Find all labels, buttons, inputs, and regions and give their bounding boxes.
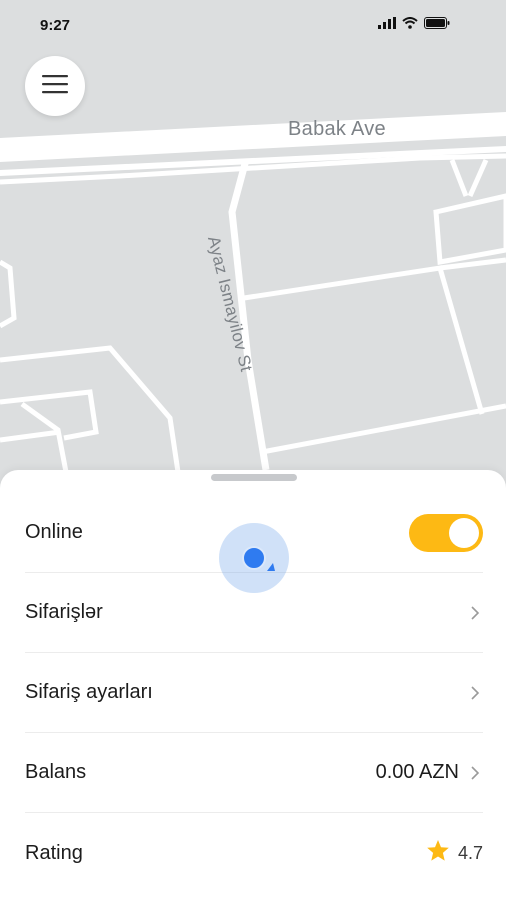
- row-online-label: Online: [25, 521, 83, 543]
- hamburger-icon: [42, 74, 68, 99]
- rating-value: 4.7: [457, 842, 483, 863]
- chevron-right-icon: [467, 685, 483, 701]
- status-time: 9:27: [40, 16, 71, 34]
- row-balance[interactable]: Balans 0.00 AZN: [25, 733, 483, 813]
- wifi-icon: [402, 16, 418, 34]
- sheet-drag-handle[interactable]: [211, 474, 297, 481]
- row-balance-label: Balans: [25, 761, 87, 783]
- online-toggle[interactable]: [409, 513, 483, 552]
- battery-icon: [424, 16, 450, 34]
- row-rating[interactable]: Rating 4.7: [25, 813, 483, 893]
- row-rating-label: Rating: [25, 841, 83, 864]
- balance-value: 0.00 AZN: [375, 761, 459, 783]
- chevron-right-icon: [467, 605, 483, 621]
- heading-arrow-icon: [266, 559, 276, 577]
- menu-button[interactable]: [25, 56, 85, 116]
- row-order-settings[interactable]: Sifariş ayarları: [25, 653, 483, 733]
- signal-icon: [378, 16, 396, 34]
- status-icons: [378, 16, 450, 34]
- status-bar: 9:27: [0, 0, 506, 50]
- balance-right: 0.00 AZN: [376, 761, 483, 784]
- rating-right: 4.7: [426, 839, 483, 867]
- current-location-marker: [219, 523, 289, 593]
- star-icon: [426, 839, 450, 867]
- toggle-knob: [449, 517, 479, 548]
- chevron-right-icon: [467, 765, 483, 781]
- street-label-babak: Babak Ave: [288, 118, 386, 140]
- row-order-settings-label: Sifariş ayarları: [25, 681, 153, 703]
- location-dot: [242, 546, 266, 570]
- row-orders-label: Sifarişlər: [25, 601, 103, 623]
- driver-home-screen: Babak Ave Ayaz Ismayilov St 9:27 Online …: [0, 0, 506, 900]
